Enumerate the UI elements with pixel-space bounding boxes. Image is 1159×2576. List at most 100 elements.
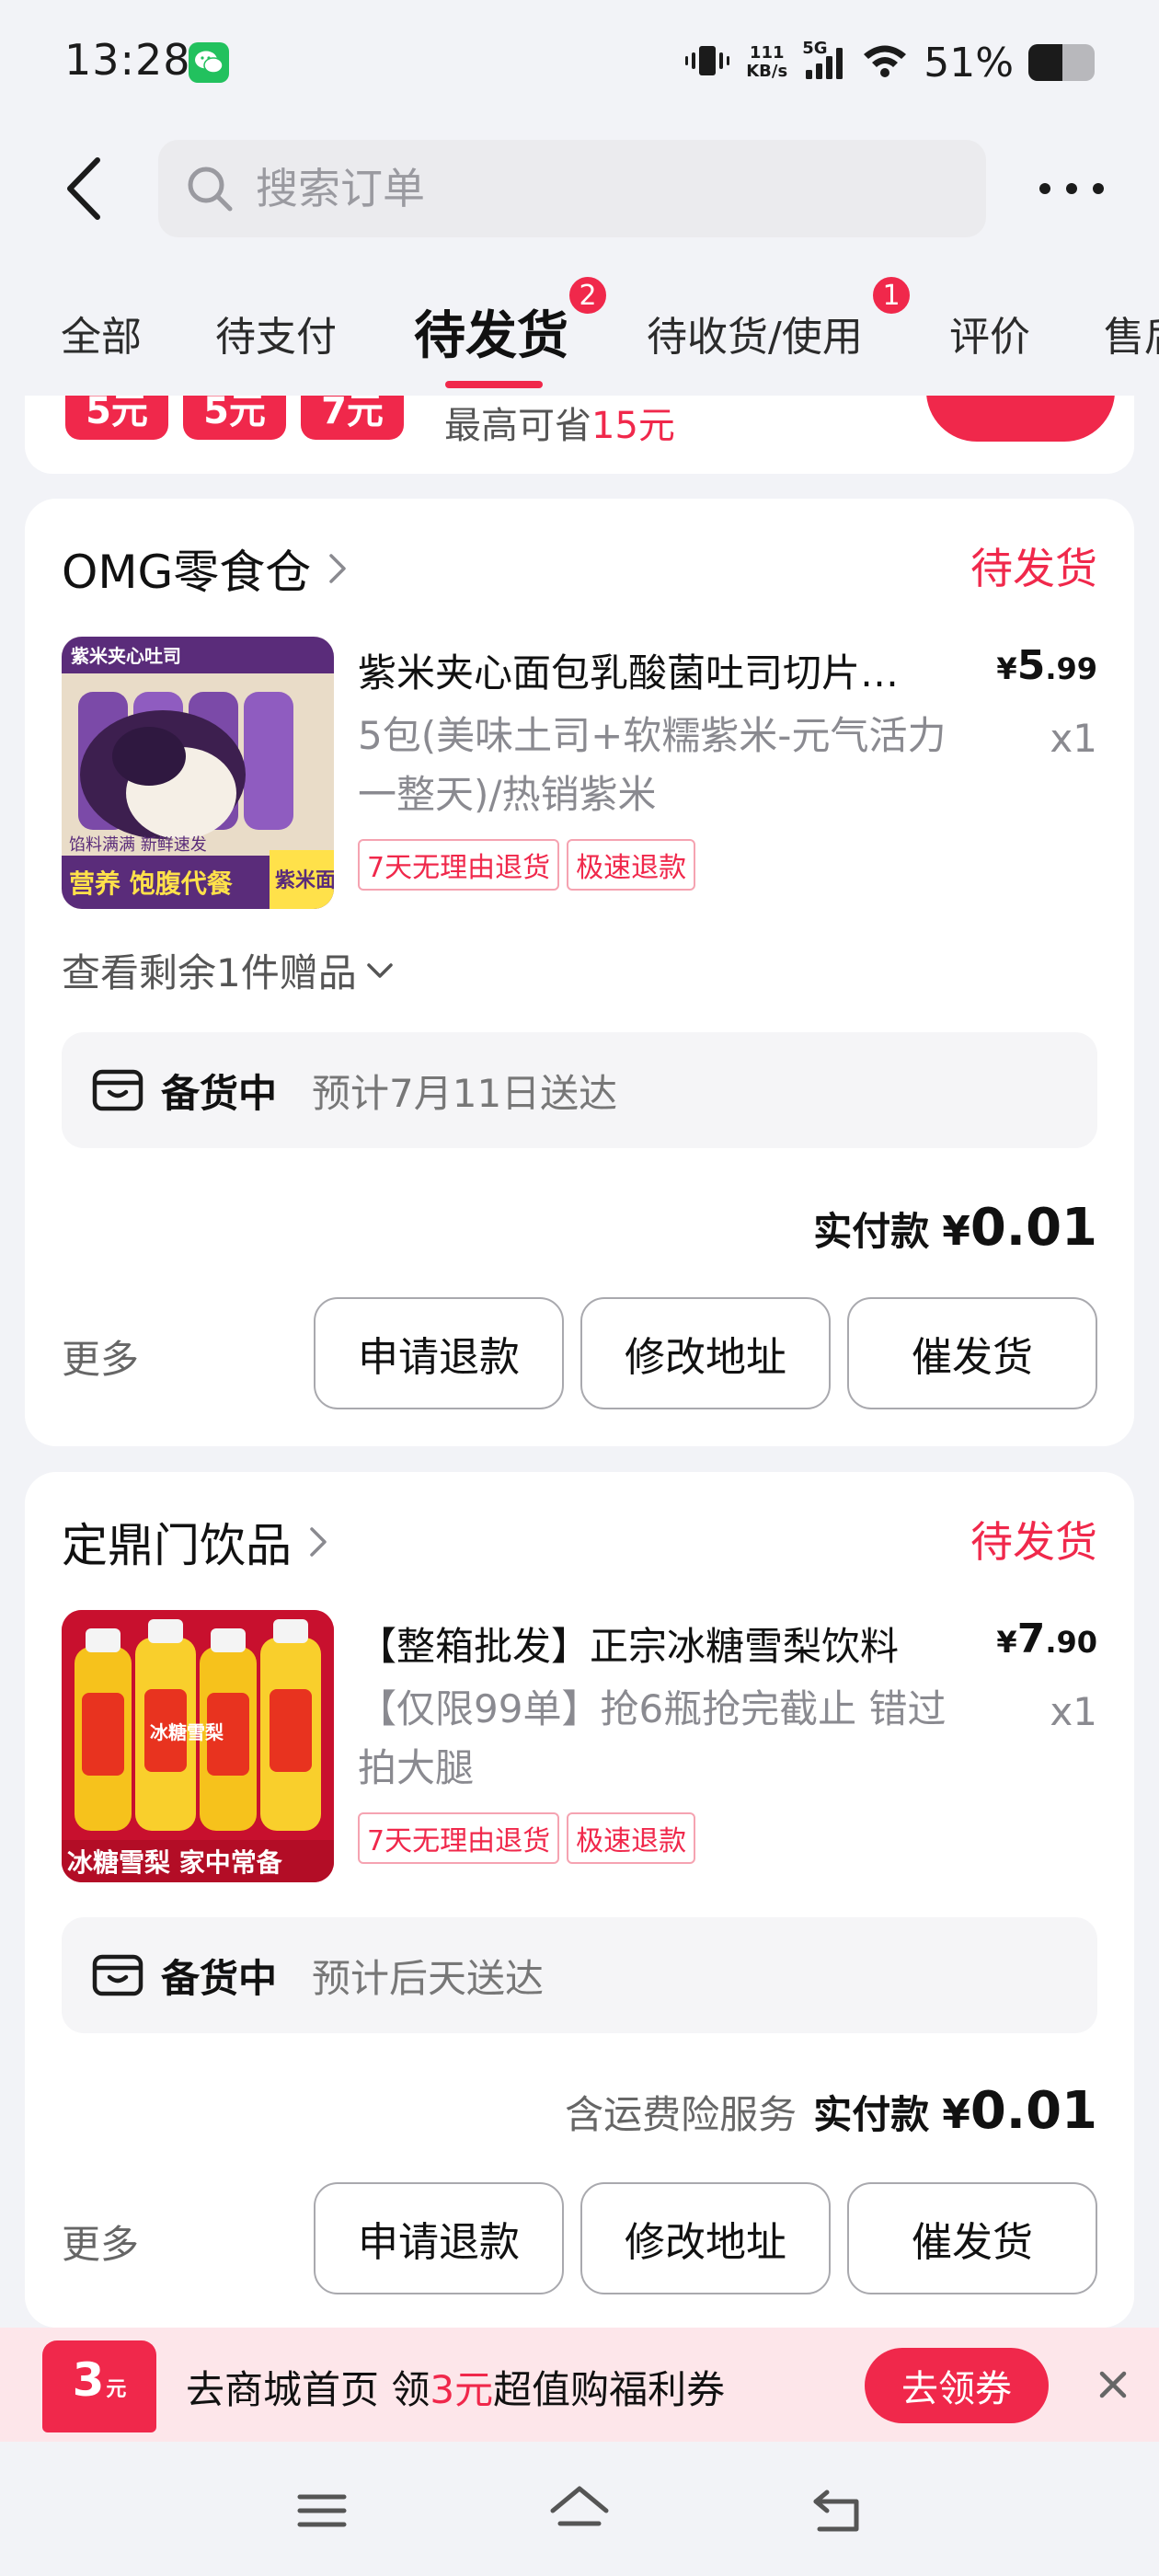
back-button[interactable]: [51, 152, 115, 225]
urge-shipment-button[interactable]: 催发货: [847, 1297, 1097, 1409]
more-icon[interactable]: [1039, 166, 1104, 212]
shipping-status-box[interactable]: 备货中 预计后天送达: [62, 1917, 1097, 2033]
thumb-text-bottle: 冰糖雪梨: [150, 1721, 224, 1743]
net-speed-value: 111: [749, 43, 785, 63]
change-address-button[interactable]: 修改地址: [580, 1297, 831, 1409]
paid-row: 含运费险服务 实付款 ¥0.01: [565, 2081, 1097, 2141]
shipping-status-box[interactable]: 备货中 预计7月11日送达: [62, 1032, 1097, 1148]
claim-coupon-button[interactable]: 去领券: [865, 2348, 1049, 2423]
system-nav-bar: [0, 2442, 1159, 2576]
paid-label: 实付款: [813, 1209, 930, 1254]
coupon-tile-unit: 元: [106, 2378, 127, 2401]
promo-coupon-chip: 5元: [65, 396, 168, 440]
coupon-text-suffix: 超值购福利券: [493, 2367, 726, 2412]
coupon-banner[interactable]: 3 元 去商城首页 领3元超值购福利券 去领券: [0, 2328, 1159, 2442]
order-status: 待发货: [970, 544, 1097, 593]
more-actions-link[interactable]: 更多: [62, 1328, 139, 1385]
tab-pending-receipt[interactable]: 待收货/使用: [647, 304, 863, 362]
coupon-tile: 3 元: [42, 2340, 156, 2432]
store-name: 定鼎门饮品: [62, 1519, 292, 1572]
change-address-button[interactable]: 修改地址: [580, 2182, 831, 2294]
chevron-right-icon: [310, 1527, 327, 1557]
close-icon[interactable]: [1093, 2364, 1133, 2405]
battery-level: [1028, 44, 1062, 81]
gift-link[interactable]: 查看剩余1件赠品: [62, 942, 396, 998]
tab-all[interactable]: 全部: [61, 304, 142, 362]
shipping-state: 备货中: [161, 1955, 278, 2001]
paid-amount: ¥0.01: [942, 1198, 1097, 1258]
search-box[interactable]: [158, 140, 986, 237]
paid-row: 实付款 ¥0.01: [813, 1198, 1097, 1258]
coupon-text-prefix: 去商城首页 领: [186, 2367, 430, 2412]
net-speed: 111 KB/s: [746, 44, 787, 81]
package-icon: [92, 1954, 143, 1996]
service-tag: 7天无理由退货: [358, 839, 560, 891]
product-spec: 【仅限99单】抢6瓶抢完截止 错过拍大腿: [358, 1686, 947, 1790]
paid-amount: ¥0.01: [942, 2081, 1097, 2141]
store-link[interactable]: OMG零食仓: [62, 535, 350, 602]
search-input[interactable]: [256, 164, 900, 213]
promo-coupon-chip: 5元: [183, 396, 286, 440]
product-quantity: x1: [1050, 1689, 1097, 1734]
price-decimal: .99: [1045, 651, 1097, 686]
promo-strip: 5元 5元 7元 最高可省15元: [25, 396, 1134, 474]
return-icon[interactable]: [800, 2478, 874, 2543]
order-status: 待发货: [970, 1517, 1097, 1567]
chevron-right-icon: [329, 554, 346, 583]
urge-shipment-button[interactable]: 催发货: [847, 2182, 1097, 2294]
paid-integer: 0: [970, 1198, 1006, 1258]
promo-claim-button[interactable]: [926, 396, 1115, 442]
wifi-icon: [861, 42, 909, 83]
service-tag: 极速退款: [567, 1812, 696, 1864]
product-thumbnail[interactable]: 冰糖雪梨 冰糖雪梨 家中常备: [62, 1610, 334, 1882]
paid-decimal: .01: [1005, 1198, 1097, 1258]
price-integer: 5: [1016, 642, 1046, 689]
status-bar: 13:28 111 KB/s 5G 51%: [0, 0, 1159, 124]
price-symbol: ¥: [996, 651, 1017, 686]
thumb-text-bottom: 营养 饱腹代餐: [69, 868, 234, 899]
price-integer: 7: [1016, 1616, 1046, 1662]
service-tags: 7天无理由退货 极速退款: [358, 1812, 696, 1864]
tab-after-sales[interactable]: 售后: [1104, 304, 1159, 362]
service-tag: 7天无理由退货: [358, 1812, 560, 1864]
tab-pending-payment[interactable]: 待支付: [215, 304, 337, 362]
search-icon: [188, 167, 233, 212]
home-icon[interactable]: [543, 2478, 616, 2543]
signal-icon: 5G: [802, 39, 846, 81]
tab-review[interactable]: 评价: [949, 304, 1030, 362]
shipping-eta: 预计7月11日送达: [312, 1070, 618, 1116]
product-price: ¥7.90: [996, 1616, 1097, 1662]
product-title[interactable]: 紫米夹心面包乳酸菌吐司切片早餐: [358, 642, 928, 698]
thumb-text-side: 紫米面包: [275, 868, 334, 892]
menu-icon[interactable]: [285, 2478, 359, 2543]
chevron-down-icon: [366, 962, 393, 978]
shipping-eta: 预计后天送达: [312, 1955, 545, 2001]
battery-icon: [1028, 44, 1095, 81]
more-actions-link[interactable]: 更多: [62, 2214, 139, 2270]
refund-button[interactable]: 申请退款: [314, 1297, 564, 1409]
vibrate-icon: [683, 42, 731, 83]
thumb-text-bottom: 冰糖雪梨 家中常备: [67, 1847, 283, 1878]
tab-pending-shipment[interactable]: 待发货: [414, 294, 568, 369]
price-decimal: .90: [1045, 1625, 1097, 1660]
paid-symbol: ¥: [942, 1208, 970, 1255]
promo-save-prefix: 最高可省: [444, 405, 591, 447]
order-card: OMG零食仓 待发货 紫米夹心吐司 馅料满满 新鲜速发 营养 饱腹代餐 紫米面包…: [25, 499, 1134, 1446]
store-link[interactable]: 定鼎门饮品: [62, 1509, 330, 1575]
product-title[interactable]: 【整箱批发】正宗冰糖雪梨饮料: [358, 1616, 928, 1672]
paid-decimal: .01: [1005, 2081, 1097, 2141]
product-thumbnail[interactable]: 紫米夹心吐司 馅料满满 新鲜速发 营养 饱腹代餐 紫米面包: [62, 637, 334, 909]
price-symbol: ¥: [996, 1625, 1017, 1660]
promo-save-text: 最高可省15元: [444, 396, 675, 449]
store-name: OMG零食仓: [62, 546, 312, 599]
tab-badge-pending-receipt: 1: [870, 274, 912, 316]
product-spec: 5包(美味土司+软糯紫米-元气活力一整天)/热销紫米: [358, 713, 947, 817]
shipping-state: 备货中: [161, 1070, 278, 1116]
thumb-text-top: 紫米夹心吐司: [71, 645, 181, 667]
thumb-text-mid: 馅料满满 新鲜速发: [69, 835, 207, 855]
active-tab-indicator: [445, 381, 543, 388]
product-price: ¥5.99: [996, 642, 1097, 689]
status-icons: 111 KB/s 5G 51%: [683, 37, 1095, 88]
refund-button[interactable]: 申请退款: [314, 2182, 564, 2294]
coupon-banner-text: 去商城首页 领3元超值购福利券: [186, 2359, 725, 2415]
